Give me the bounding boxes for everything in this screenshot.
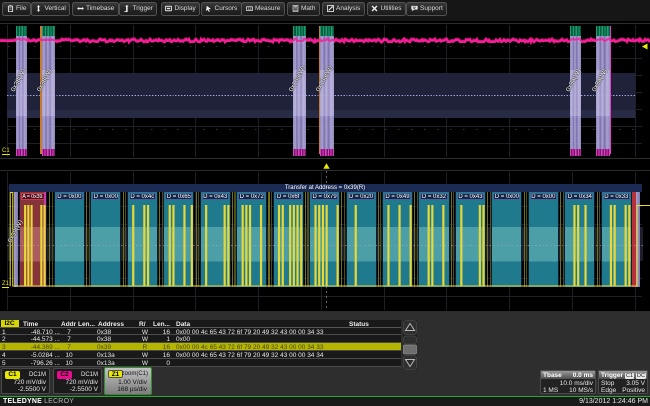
svg-text:13: 13 [247,7,251,11]
